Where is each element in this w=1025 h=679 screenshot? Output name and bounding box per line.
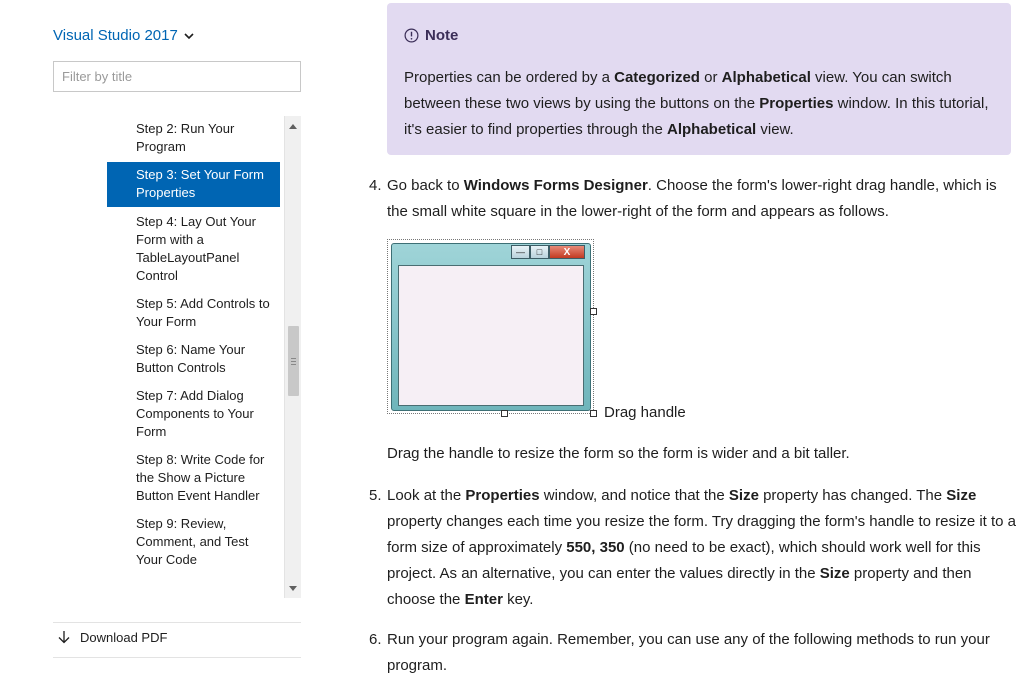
toc-item-step-8[interactable]: Step 8: Write Code for the Show a Pictur… <box>107 447 280 509</box>
step-number: 6. <box>369 631 382 648</box>
sidebar: Visual Studio 2017 Step 2: Run Your Prog… <box>0 0 320 679</box>
step-5: 5. Look at the Properties window, and no… <box>369 483 1017 613</box>
form-window-image: — □ X <box>391 243 591 411</box>
toc-scrollbar[interactable] <box>284 116 301 598</box>
maximize-icon: □ <box>530 245 549 259</box>
toc-item-step-3[interactable]: Step 3: Set Your Form Properties <box>107 162 280 207</box>
window-caption-buttons: — □ X <box>511 245 585 259</box>
note-text: Properties can be ordered by a Categoriz… <box>404 69 989 138</box>
filter-input[interactable] <box>54 62 300 91</box>
step-number: 4. <box>369 177 382 194</box>
download-pdf-link[interactable]: Download PDF <box>58 630 167 645</box>
step-4-followup: Drag the handle to resize the form so th… <box>387 445 850 462</box>
table-of-contents: Step 2: Run Your Program Step 3: Set You… <box>107 116 301 598</box>
toc-item-step-7[interactable]: Step 7: Add Dialog Components to Your Fo… <box>107 383 280 445</box>
toc-list: Step 2: Run Your Program Step 3: Set You… <box>107 116 280 573</box>
step-4: 4. Go back to Windows Forms Designer. Ch… <box>369 173 1017 225</box>
toc-item-step-2[interactable]: Step 2: Run Your Program <box>107 116 280 160</box>
note-callout: Note Properties can be ordered by a Cate… <box>387 3 1011 155</box>
note-heading: Note <box>404 27 458 44</box>
drag-handle-label: Drag handle <box>604 404 686 421</box>
close-icon: X <box>549 245 585 259</box>
step-number: 5. <box>369 487 382 504</box>
toc-item-step-6[interactable]: Step 6: Name Your Button Controls <box>107 337 280 381</box>
info-circle-icon <box>404 28 419 43</box>
filter-box <box>53 61 301 92</box>
toc-item-step-5[interactable]: Step 5: Add Controls to Your Form <box>107 291 280 335</box>
minimize-icon: — <box>511 245 530 259</box>
bottom-resize-handle <box>501 410 508 417</box>
step-6-text: Run your program again. Remember, you ca… <box>387 631 990 674</box>
right-resize-handle <box>590 308 597 315</box>
version-selector[interactable]: Visual Studio 2017 <box>53 27 194 44</box>
note-heading-text: Note <box>425 27 459 44</box>
scroll-up-arrow-icon[interactable] <box>285 118 301 134</box>
download-arrow-icon <box>58 631 70 644</box>
divider <box>53 657 301 658</box>
toc-item-step-9[interactable]: Step 9: Review, Comment, and Test Your C… <box>107 511 280 573</box>
article-content: Note Properties can be ordered by a Cate… <box>360 0 1020 679</box>
step-4-text: Go back to Windows Forms Designer. Choos… <box>387 177 997 220</box>
designer-selection-border: — □ X <box>387 239 594 414</box>
toc-item-step-4[interactable]: Step 4: Lay Out Your Form with a TableLa… <box>107 209 280 289</box>
form-client-area <box>398 265 584 406</box>
form-illustration: — □ X Drag handle <box>387 239 717 421</box>
version-label: Visual Studio 2017 <box>53 27 178 44</box>
step-5-text: Look at the Properties window, and notic… <box>387 487 1017 608</box>
step-6: 6. Run your program again. Remember, you… <box>369 627 1017 679</box>
download-label: Download PDF <box>80 630 168 645</box>
chevron-down-icon <box>184 32 194 39</box>
scroll-down-arrow-icon[interactable] <box>285 580 301 596</box>
drag-handle <box>590 410 597 417</box>
divider <box>53 622 301 623</box>
scroll-thumb[interactable] <box>288 326 299 396</box>
